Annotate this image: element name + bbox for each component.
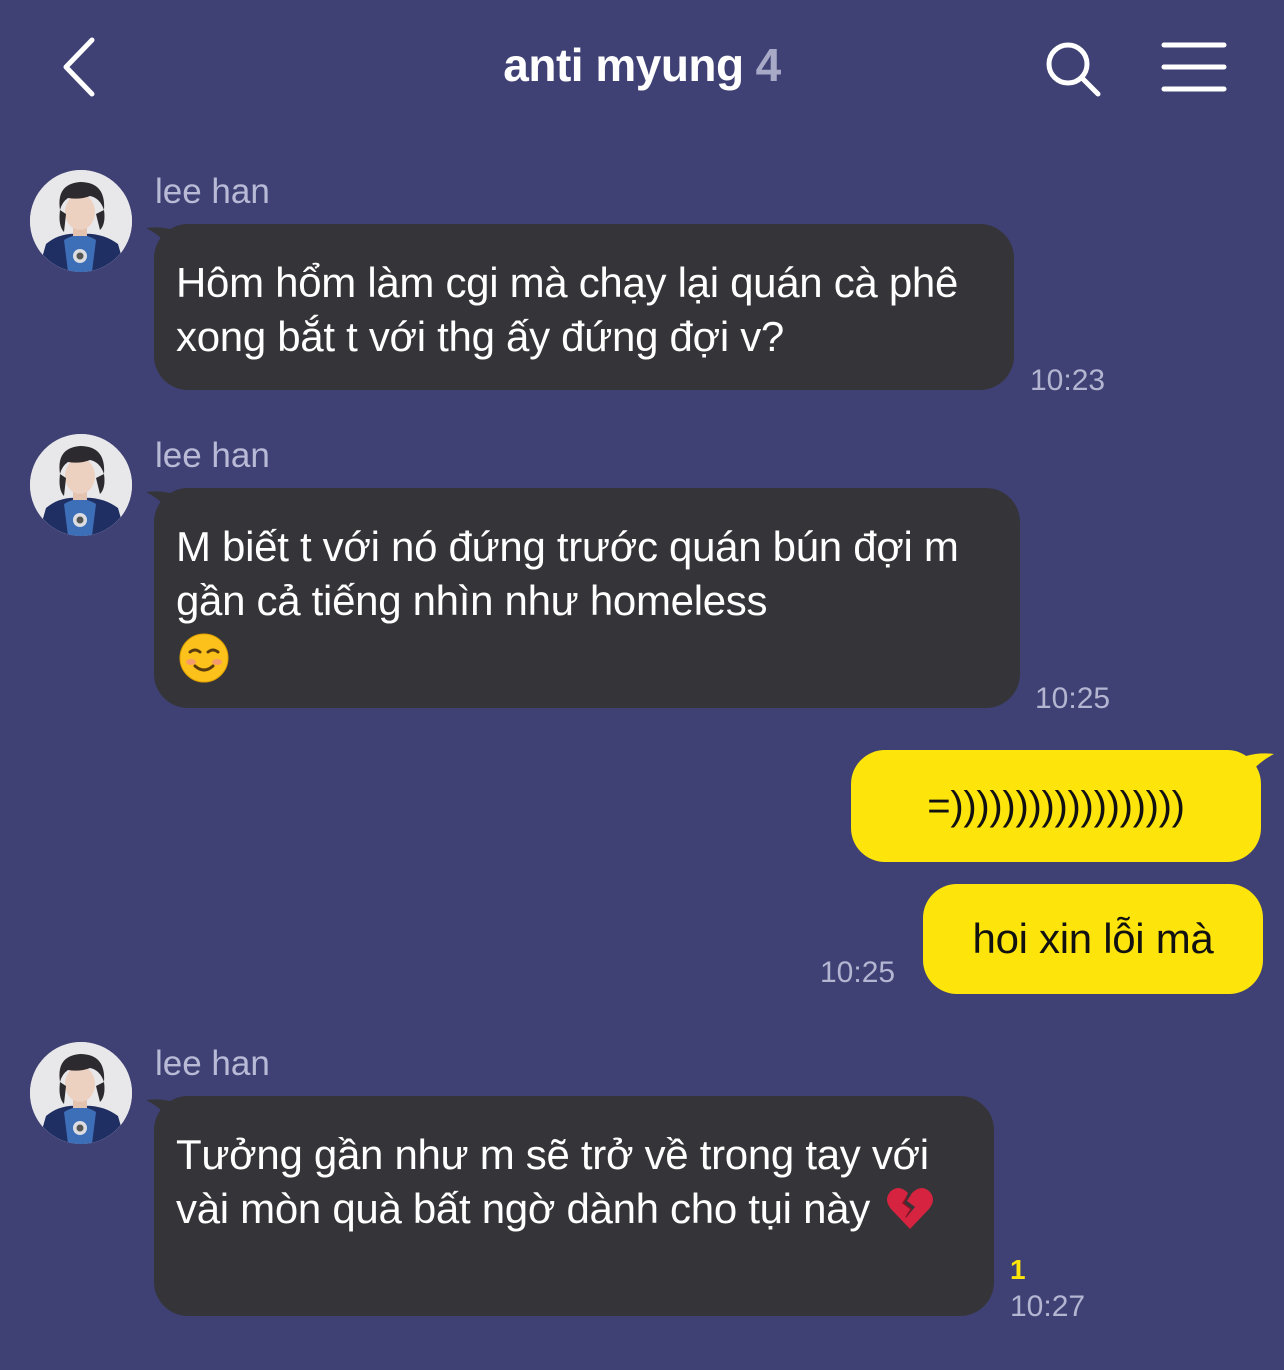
- avatar-image: [30, 1042, 132, 1144]
- message-text: Hôm hổm làm cgi mà chạy lại quán cà phê …: [176, 259, 959, 360]
- sender-name: lee han: [155, 172, 270, 211]
- unread-count: 1: [1010, 1254, 1026, 1285]
- avatar[interactable]: [30, 170, 132, 272]
- message-text: Tưởng gần như m sẽ trở về trong tay với …: [176, 1131, 929, 1232]
- smiling-face-icon: [179, 633, 229, 683]
- avatar-image: [30, 170, 132, 272]
- message-text: M biết t với nó đứng trước quán bún đợi …: [176, 523, 959, 624]
- avatar[interactable]: [30, 1042, 132, 1144]
- message-text: =)))))))))))))))))): [927, 784, 1185, 828]
- avatar-image: [30, 434, 132, 536]
- message-bubble[interactable]: =)))))))))))))))))): [851, 750, 1261, 862]
- message-bubble[interactable]: Tưởng gần như m sẽ trở về trong tay với …: [154, 1096, 994, 1316]
- message-text: hoi xin lỗi mà: [972, 915, 1214, 962]
- message-bubble[interactable]: hoi xin lỗi mà: [923, 884, 1263, 994]
- search-icon: [1046, 42, 1101, 97]
- chat-name: anti myung: [503, 39, 744, 91]
- sender-name: lee han: [155, 1044, 270, 1083]
- message-bubble[interactable]: M biết t với nó đứng trước quán bún đợi …: [154, 488, 1020, 708]
- message-time: 10:25: [820, 956, 896, 989]
- hamburger-menu-icon: [1161, 42, 1227, 92]
- message-time: 10:23: [1030, 364, 1106, 397]
- bubble-tail: [1246, 753, 1274, 778]
- sender-name: lee han: [155, 436, 270, 475]
- search-button[interactable]: [1040, 36, 1104, 100]
- message-time: 10:25: [1035, 682, 1111, 715]
- menu-button[interactable]: [1160, 40, 1228, 94]
- message-bubble[interactable]: Hôm hổm làm cgi mà chạy lại quán cà phê …: [154, 224, 1014, 390]
- message-time: 10:27: [1010, 1290, 1086, 1323]
- broken-heart-icon: [887, 1187, 934, 1229]
- avatar[interactable]: [30, 434, 132, 536]
- chat-header: anti myung 4: [0, 0, 1284, 140]
- member-count: 4: [755, 39, 782, 91]
